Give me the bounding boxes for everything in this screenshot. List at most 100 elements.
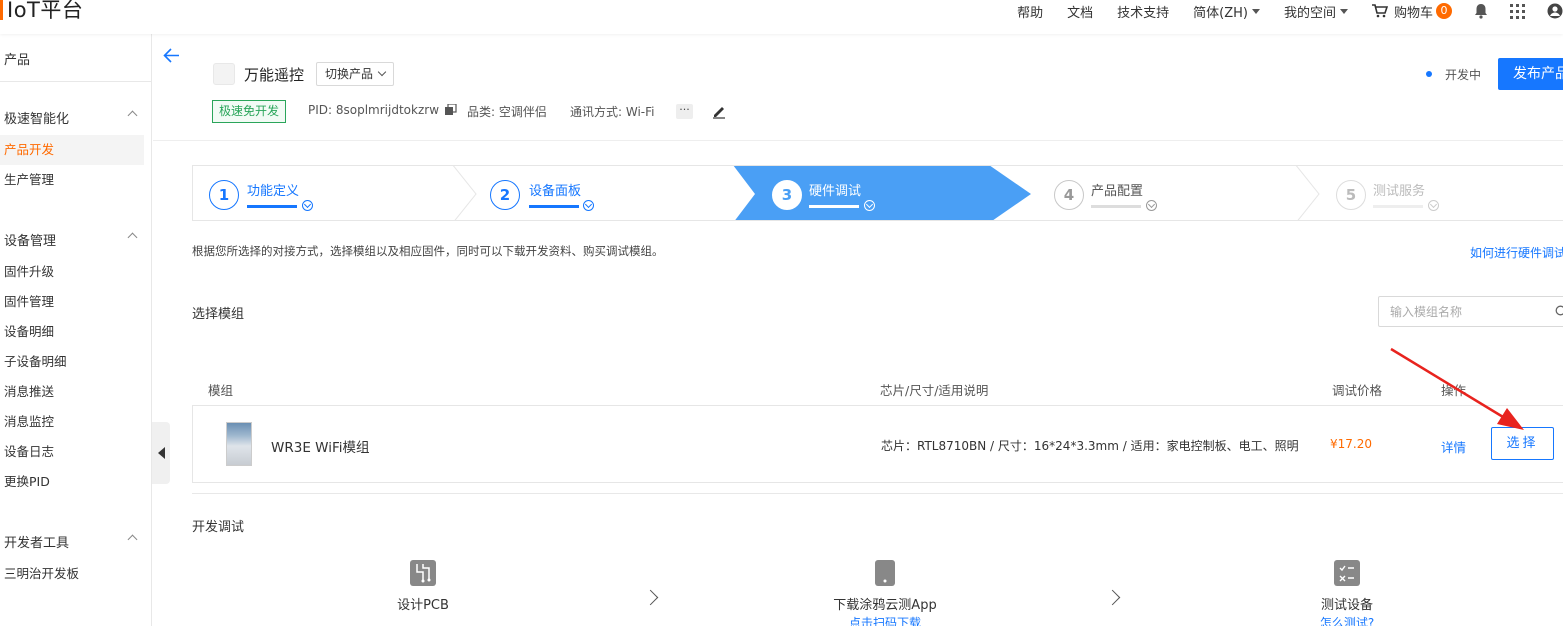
step-number: 1 — [209, 180, 239, 210]
step-number: 3 — [772, 180, 802, 210]
language-dropdown[interactable]: 简体(ZH) — [1193, 2, 1260, 21]
sidebar-title: 产品 — [4, 53, 31, 68]
logo-mark — [0, 0, 3, 20]
dev-debug-title: 开发调试 — [192, 520, 245, 535]
grid-apps-icon — [1510, 3, 1525, 19]
chevron-up-icon — [127, 110, 138, 121]
copy-icon[interactable] — [445, 104, 457, 116]
cart-label: 购物车 — [1393, 5, 1433, 21]
sidebar-group-dev-tools[interactable]: 开发者工具 — [4, 532, 144, 551]
more-info-button[interactable]: ··· — [676, 104, 693, 119]
cart-button[interactable]: 购物车 0 — [1371, 2, 1452, 21]
check-circle-icon — [302, 200, 313, 211]
sidebar-item-message-push[interactable]: 消息推送 — [0, 377, 144, 407]
bell-icon — [1475, 4, 1487, 19]
pencil-icon — [713, 107, 725, 119]
step-progress-line — [809, 205, 859, 208]
sidebar-group-label: 极速智能化 — [4, 112, 70, 127]
step-4[interactable]: 4 产品配置 — [1038, 166, 1298, 220]
check-circle-icon — [1428, 200, 1439, 211]
step-number: 2 — [490, 180, 520, 210]
sidebar: 产品 极速智能化 产品开发 生产管理 设备管理 固件升级 固件管理 设备明细 子… — [0, 34, 152, 626]
col-header-chip: 芯片/尺寸/适用说明 — [880, 383, 989, 398]
dev-status: 开发中 — [1445, 68, 1482, 82]
edit-product-button[interactable] — [712, 103, 726, 123]
sidebar-collapse-handle[interactable] — [152, 422, 170, 484]
sidebar-item-product-dev[interactable]: 产品开发 — [0, 135, 144, 165]
scan-download-link[interactable]: 点击扫码下载 — [820, 614, 950, 626]
sidebar-group-device[interactable]: 设备管理 — [4, 230, 144, 249]
switch-product-label: 切换产品 — [325, 67, 374, 81]
module-search-input[interactable] — [1390, 297, 1550, 326]
step-5: 5 测试服务 — [1320, 166, 1563, 220]
apps-button[interactable] — [1510, 3, 1525, 19]
sidebar-item-device-list[interactable]: 设备明细 — [0, 317, 144, 347]
sidebar-group-speed[interactable]: 极速智能化 — [4, 108, 144, 127]
pid-info: PID: 8soplmrijdtokzrw — [308, 103, 457, 117]
module-name: WR3E WiFi模组 — [271, 440, 370, 456]
search-icon[interactable] — [1555, 305, 1563, 318]
flow-download-app[interactable]: 下载涂鸦云测App 点击扫码下载 — [820, 560, 950, 626]
sidebar-item-dev-board[interactable]: 三明治开发板 — [0, 559, 144, 589]
notification-button[interactable] — [1474, 3, 1488, 19]
status-dot-icon — [1426, 71, 1432, 77]
category-info: 品类: 空调伴侣 — [467, 105, 547, 119]
section-divider — [192, 493, 1563, 494]
back-button[interactable] — [163, 47, 180, 68]
cart-icon — [1371, 4, 1388, 18]
nav-docs[interactable]: 文档 — [1067, 2, 1093, 21]
my-space-dropdown[interactable]: 我的空间 — [1284, 2, 1348, 21]
step-progress-line — [1091, 205, 1141, 208]
select-module-button[interactable]: 选择 — [1491, 427, 1554, 460]
logo[interactable]: IoT平台 — [0, 0, 83, 24]
nav-help[interactable]: 帮助 — [1017, 2, 1043, 21]
arrow-left-icon — [163, 48, 179, 63]
hardware-debug-help-link[interactable]: 如何进行硬件调试 — [1470, 244, 1563, 261]
sidebar-item-subdevice-list[interactable]: 子设备明细 — [0, 347, 144, 377]
pcb-icon — [410, 560, 436, 586]
step-progress-line — [529, 205, 579, 208]
module-search[interactable] — [1378, 296, 1563, 327]
flow-test-device[interactable]: 测试设备 怎么测试? — [1300, 560, 1394, 626]
product-name: 万能遥控 — [244, 66, 305, 84]
logo-text: IoT平台 — [7, 0, 84, 22]
nav-docs-label: 文档 — [1067, 5, 1094, 21]
chevron-right-icon — [642, 589, 659, 606]
col-header-action: 操作 — [1441, 383, 1467, 398]
nav-help-label: 帮助 — [1017, 5, 1044, 21]
caret-left-icon — [157, 447, 165, 459]
sidebar-item-change-pid[interactable]: 更换PID — [0, 467, 144, 497]
flow-design-pcb[interactable]: 设计PCB — [380, 560, 466, 613]
step-label: 测试服务 — [1373, 184, 1426, 199]
caret-down-icon — [1251, 8, 1260, 14]
publish-product-button[interactable]: 发布产品 — [1498, 58, 1563, 90]
nav-support[interactable]: 技术支持 — [1117, 2, 1169, 21]
sidebar-divider — [0, 81, 152, 82]
step-label: 产品配置 — [1091, 184, 1144, 199]
module-detail-link[interactable]: 详情 — [1441, 437, 1466, 456]
test-checklist-icon — [1334, 560, 1360, 586]
how-to-test-link[interactable]: 怎么测试? — [1300, 614, 1394, 626]
step-label: 硬件调试 — [809, 184, 862, 199]
module-chip-desc: 芯片：RTL8710BN / 尺寸：16*24*3.3mm / 适用：家电控制板… — [881, 439, 1299, 453]
chevron-right-icon — [1104, 589, 1121, 606]
sidebar-item-message-monitor[interactable]: 消息监控 — [0, 407, 144, 437]
product-icon — [213, 63, 235, 85]
sidebar-item-firmware-manage[interactable]: 固件管理 — [0, 287, 144, 317]
chevron-up-icon — [127, 534, 138, 545]
sidebar-group-label: 设备管理 — [4, 234, 57, 249]
switch-product-button[interactable]: 切换产品 — [316, 62, 395, 86]
sidebar-item-device-log[interactable]: 设备日志 — [0, 437, 144, 467]
check-circle-icon — [583, 200, 594, 211]
header-divider — [153, 140, 1563, 141]
language-label: 简体(ZH) — [1193, 5, 1248, 21]
user-avatar-button[interactable] — [1547, 3, 1563, 19]
protocol-info: 通讯方式: Wi-Fi — [570, 105, 655, 119]
step-number: 4 — [1054, 180, 1084, 210]
step-3[interactable]: 3 硬件调试 — [755, 166, 985, 220]
sidebar-item-firmware-upgrade[interactable]: 固件升级 — [0, 257, 144, 287]
col-header-module: 模组 — [208, 383, 234, 398]
sidebar-item-production[interactable]: 生产管理 — [0, 165, 144, 195]
step-1[interactable]: 1 功能定义 — [193, 166, 463, 220]
step-2[interactable]: 2 设备面板 — [473, 166, 733, 220]
